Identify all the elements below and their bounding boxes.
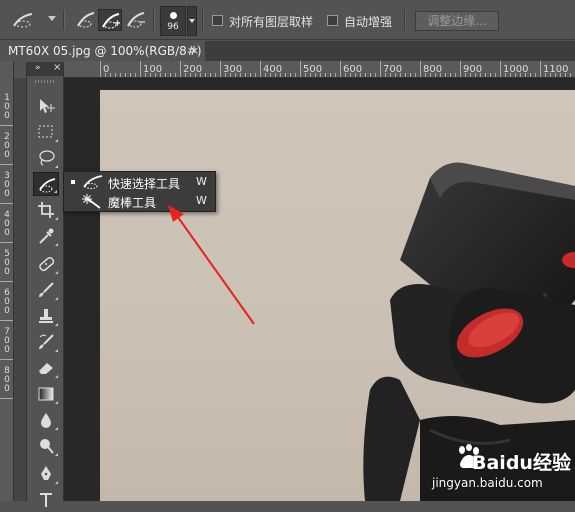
watermark-brand: Baidu经验 <box>472 452 571 474</box>
watermark-url: jingyan.baidu.com <box>432 476 543 490</box>
baidu-jingyan-watermark: Baidu经验 jingyan.baidu.com <box>422 436 572 500</box>
annotation-arrow <box>168 205 255 325</box>
